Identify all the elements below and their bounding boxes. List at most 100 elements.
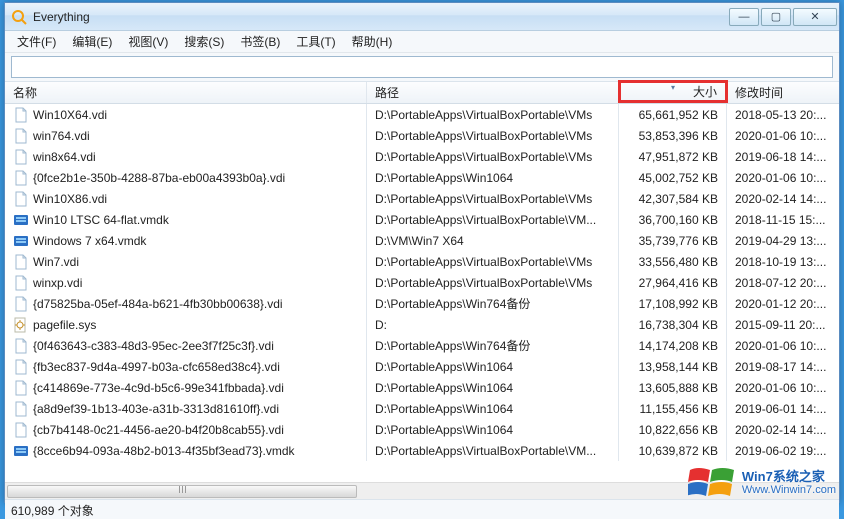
table-row[interactable]: {fb3ec837-9d4a-4997-b03a-cfc658ed38c4}.v… — [5, 356, 839, 377]
cell-date: 2018-05-13 20:... — [727, 104, 839, 125]
cell-date: 2019-04-29 13:... — [727, 230, 839, 251]
minimize-button[interactable]: — — [729, 8, 759, 26]
header-name[interactable]: 名称 — [5, 82, 367, 103]
cell-path: D:\PortableApps\Win1064 — [367, 398, 619, 419]
cell-size: 11,155,456 KB — [619, 398, 727, 419]
cell-name: {cb7b4148-0c21-4456-ae20-b4f20b8cab55}.v… — [5, 419, 367, 440]
cell-size: 13,605,888 KB — [619, 377, 727, 398]
cell-date: 2020-01-12 20:... — [727, 293, 839, 314]
table-row[interactable]: {0f463643-c383-48d3-95ec-2ee3f7f25c3f}.v… — [5, 335, 839, 356]
cell-size: 33,556,480 KB — [619, 251, 727, 272]
table-row[interactable]: {c414869e-773e-4c9d-b5c6-99e341fbbada}.v… — [5, 377, 839, 398]
cell-date: 2019-06-18 14:... — [727, 146, 839, 167]
cell-name: Win10X64.vdi — [5, 104, 367, 125]
header-path[interactable]: 路径 — [367, 82, 619, 103]
cell-size: 45,002,752 KB — [619, 167, 727, 188]
object-count: 610,989 个对象 — [11, 504, 94, 518]
table-row[interactable]: {0fce2b1e-350b-4288-87ba-eb00a4393b0a}.v… — [5, 167, 839, 188]
cell-size: 47,951,872 KB — [619, 146, 727, 167]
cell-date: 2019-06-01 14:... — [727, 398, 839, 419]
window-title: Everything — [33, 10, 729, 24]
cell-name: {fb3ec837-9d4a-4997-b03a-cfc658ed38c4}.v… — [5, 356, 367, 377]
cell-date: 2019-06-02 19:... — [727, 440, 839, 461]
cell-path: D:\PortableApps\VirtualBoxPortable\VM... — [367, 209, 619, 230]
table-row[interactable]: Windows 7 x64.vmdkD:\VM\Win7 X6435,739,7… — [5, 230, 839, 251]
close-button[interactable]: ✕ — [793, 8, 837, 26]
sort-desc-icon: ▾ — [671, 83, 675, 92]
cell-path: D:\PortableApps\VirtualBoxPortable\VMs — [367, 251, 619, 272]
file-list[interactable]: Win10X64.vdiD:\PortableApps\VirtualBoxPo… — [5, 104, 839, 482]
cell-name: Win10 LTSC 64-flat.vmdk — [5, 209, 367, 230]
cell-name: Win7.vdi — [5, 251, 367, 272]
cell-size: 36,700,160 KB — [619, 209, 727, 230]
cell-path: D:\PortableApps\Win764备份 — [367, 335, 619, 356]
menu-item[interactable]: 搜索(S) — [176, 31, 232, 52]
table-row[interactable]: Win10X86.vdiD:\PortableApps\VirtualBoxPo… — [5, 188, 839, 209]
table-row[interactable]: pagefile.sysD:16,738,304 KB2015-09-11 20… — [5, 314, 839, 335]
cell-date: 2018-11-15 15:... — [727, 209, 839, 230]
cell-path: D:\PortableApps\VirtualBoxPortable\VMs — [367, 272, 619, 293]
cell-path: D:\PortableApps\VirtualBoxPortable\VMs — [367, 125, 619, 146]
menu-item[interactable]: 视图(V) — [120, 31, 176, 52]
menu-item[interactable]: 书签(B) — [232, 31, 288, 52]
cell-path: D:\PortableApps\VirtualBoxPortable\VMs — [367, 104, 619, 125]
cell-size: 10,639,872 KB — [619, 440, 727, 461]
cell-path: D:\PortableApps\Win1064 — [367, 377, 619, 398]
cell-path: D:\PortableApps\Win764备份 — [367, 293, 619, 314]
cell-name: pagefile.sys — [5, 314, 367, 335]
cell-name: winxp.vdi — [5, 272, 367, 293]
cell-path: D:\PortableApps\Win1064 — [367, 167, 619, 188]
cell-date: 2018-10-19 13:... — [727, 251, 839, 272]
maximize-button[interactable]: ▢ — [761, 8, 791, 26]
scrollbar-thumb[interactable] — [7, 485, 357, 498]
cell-date: 2020-01-06 10:... — [727, 377, 839, 398]
cell-name: {0fce2b1e-350b-4288-87ba-eb00a4393b0a}.v… — [5, 167, 367, 188]
table-row[interactable]: Win7.vdiD:\PortableApps\VirtualBoxPortab… — [5, 251, 839, 272]
cell-size: 10,822,656 KB — [619, 419, 727, 440]
cell-path: D: — [367, 314, 619, 335]
table-row[interactable]: {a8d9ef39-1b13-403e-a31b-3313d81610ff}.v… — [5, 398, 839, 419]
table-row[interactable]: Win10 LTSC 64-flat.vmdkD:\PortableApps\V… — [5, 209, 839, 230]
column-headers: 名称 路径 ▾ 大小 修改时间 — [5, 82, 839, 104]
cell-name: win764.vdi — [5, 125, 367, 146]
app-icon — [11, 9, 27, 25]
cell-date: 2020-02-14 14:... — [727, 419, 839, 440]
cell-size: 13,958,144 KB — [619, 356, 727, 377]
statusbar: 610,989 个对象 — [5, 499, 839, 519]
header-date[interactable]: 修改时间 — [727, 82, 839, 103]
cell-path: D:\PortableApps\VirtualBoxPortable\VMs — [367, 188, 619, 209]
cell-name: {d75825ba-05ef-484a-b621-4fb30bb00638}.v… — [5, 293, 367, 314]
menu-item[interactable]: 编辑(E) — [64, 31, 120, 52]
cell-date: 2018-07-12 20:... — [727, 272, 839, 293]
horizontal-scrollbar[interactable] — [5, 482, 839, 499]
cell-size: 17,108,992 KB — [619, 293, 727, 314]
menu-item[interactable]: 文件(F) — [9, 31, 64, 52]
cell-date: 2020-01-06 10:... — [727, 335, 839, 356]
table-row[interactable]: {8cce6b94-093a-48b2-b013-4f35bf3ead73}.v… — [5, 440, 839, 461]
menubar: 文件(F)编辑(E)视图(V)搜索(S)书签(B)工具(T)帮助(H) — [5, 31, 839, 53]
menu-item[interactable]: 帮助(H) — [344, 31, 401, 52]
cell-size: 53,853,396 KB — [619, 125, 727, 146]
cell-name: {a8d9ef39-1b13-403e-a31b-3313d81610ff}.v… — [5, 398, 367, 419]
table-row[interactable]: winxp.vdiD:\PortableApps\VirtualBoxPorta… — [5, 272, 839, 293]
app-window: Everything — ▢ ✕ 文件(F)编辑(E)视图(V)搜索(S)书签(… — [4, 2, 840, 503]
cell-path: D:\VM\Win7 X64 — [367, 230, 619, 251]
cell-size: 14,174,208 KB — [619, 335, 727, 356]
search-row — [5, 53, 839, 82]
cell-date: 2020-01-06 10:... — [727, 167, 839, 188]
search-input[interactable] — [11, 56, 833, 78]
menu-item[interactable]: 工具(T) — [288, 31, 343, 52]
cell-name: {c414869e-773e-4c9d-b5c6-99e341fbbada}.v… — [5, 377, 367, 398]
table-row[interactable]: win8x64.vdiD:\PortableApps\VirtualBoxPor… — [5, 146, 839, 167]
cell-name: {0f463643-c383-48d3-95ec-2ee3f7f25c3f}.v… — [5, 335, 367, 356]
cell-name: Windows 7 x64.vmdk — [5, 230, 367, 251]
table-row[interactable]: {d75825ba-05ef-484a-b621-4fb30bb00638}.v… — [5, 293, 839, 314]
cell-path: D:\PortableApps\VirtualBoxPortable\VM... — [367, 440, 619, 461]
cell-path: D:\PortableApps\Win1064 — [367, 419, 619, 440]
cell-name: win8x64.vdi — [5, 146, 367, 167]
header-size[interactable]: ▾ 大小 — [619, 81, 727, 102]
table-row[interactable]: win764.vdiD:\PortableApps\VirtualBoxPort… — [5, 125, 839, 146]
table-row[interactable]: Win10X64.vdiD:\PortableApps\VirtualBoxPo… — [5, 104, 839, 125]
table-row[interactable]: {cb7b4148-0c21-4456-ae20-b4f20b8cab55}.v… — [5, 419, 839, 440]
titlebar[interactable]: Everything — ▢ ✕ — [5, 3, 839, 31]
